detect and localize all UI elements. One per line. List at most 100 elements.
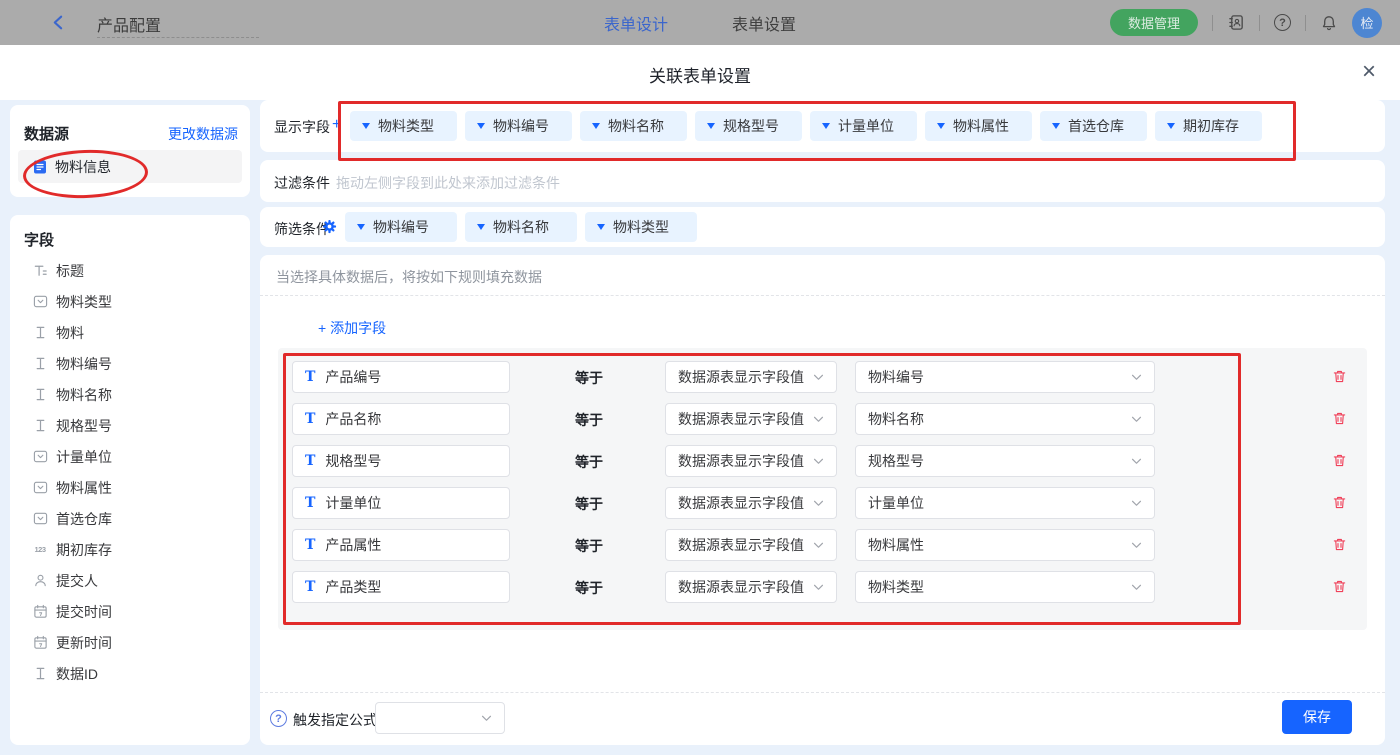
date-field-icon (32, 604, 48, 620)
rule-row: T 规格型号 等于 数据源表显示字段值 规格型号 (292, 445, 1353, 477)
field-chip[interactable]: 物料编号 (345, 212, 457, 242)
datasource-item-label: 物料信息 (55, 157, 111, 177)
field-chip[interactable]: 物料名称 (465, 212, 577, 242)
field-chip[interactable]: 物料名称 (580, 111, 687, 141)
datasource-item[interactable]: 物料信息 (18, 150, 242, 183)
rule-source-type-select[interactable]: 数据源表显示字段值 (665, 571, 837, 603)
field-chip[interactable]: 计量单位 (810, 111, 917, 141)
rule-source-type-select[interactable]: 数据源表显示字段值 (665, 361, 837, 393)
equals-label: 等于 (575, 536, 603, 556)
save-button[interactable]: 保存 (1282, 700, 1352, 734)
add-display-field-button[interactable]: + (332, 116, 341, 134)
trash-icon (1332, 495, 1347, 510)
field-chip[interactable]: 物料类型 (350, 111, 457, 141)
rule-source-type-select[interactable]: 数据源表显示字段值 (665, 403, 837, 435)
contacts-book-icon[interactable] (1227, 14, 1245, 32)
field-list-item[interactable]: 物料属性 (10, 472, 250, 503)
gear-icon[interactable] (322, 219, 337, 234)
rule-source-type-select[interactable]: 数据源表显示字段值 (665, 529, 837, 561)
notification-bell-icon[interactable] (1320, 14, 1338, 32)
divider (260, 295, 1385, 296)
delete-rule-button[interactable] (1332, 579, 1348, 595)
caret-down-icon (1167, 123, 1175, 129)
field-list-item[interactable]: 数据ID (10, 658, 250, 689)
tab-form-design[interactable]: 表单设计 (604, 11, 668, 35)
field-list-item[interactable]: 提交时间 (10, 596, 250, 627)
filter-condition-row: 过滤条件 拖动左侧字段到此处来添加过滤条件 (260, 160, 1385, 202)
rule-source-field-select[interactable]: 物料类型 (855, 571, 1155, 603)
select-field-icon (32, 294, 48, 310)
fields-title: 字段 (24, 229, 54, 250)
rule-target-field[interactable]: T 产品类型 (292, 571, 510, 603)
field-list-item[interactable]: 计量单位 (10, 441, 250, 472)
field-list-item[interactable]: 更新时间 (10, 627, 250, 658)
rule-target-field[interactable]: T 产品名称 (292, 403, 510, 435)
delete-rule-button[interactable] (1332, 495, 1348, 511)
divider (1259, 15, 1260, 31)
field-chip-label: 物料类型 (613, 217, 669, 237)
field-list-item[interactable]: 物料编号 (10, 348, 250, 379)
screen-condition-row: 筛选条件 物料编号 物料名称 物料类型 (260, 207, 1385, 247)
field-list-item[interactable]: 物料类型 (10, 286, 250, 317)
divider (1305, 15, 1306, 31)
tab-form-settings[interactable]: 表单设置 (732, 11, 796, 35)
rule-source-field-select[interactable]: 物料名称 (855, 403, 1155, 435)
field-chip[interactable]: 期初库存 (1155, 111, 1262, 141)
text-field-icon: T (305, 537, 315, 553)
equals-label: 等于 (575, 452, 603, 472)
rule-source-type-select[interactable]: 数据源表显示字段值 (665, 487, 837, 519)
rule-source-field-select[interactable]: 物料编号 (855, 361, 1155, 393)
rule-source-field-select[interactable]: 计量单位 (855, 487, 1155, 519)
caret-down-icon (707, 123, 715, 129)
rule-row: T 产品类型 等于 数据源表显示字段值 物料类型 (292, 571, 1353, 603)
field-chip-label: 首选仓库 (1068, 116, 1124, 136)
field-chip[interactable]: 物料属性 (925, 111, 1032, 141)
delete-rule-button[interactable] (1332, 537, 1348, 553)
trash-icon (1332, 369, 1347, 384)
rule-target-field[interactable]: T 规格型号 (292, 445, 510, 477)
rule-target-field[interactable]: T 计量单位 (292, 487, 510, 519)
chevron-down-icon (813, 584, 824, 591)
field-list-item[interactable]: 首选仓库 (10, 503, 250, 534)
help-icon[interactable]: ? (1274, 14, 1291, 31)
trigger-formula-select[interactable] (375, 702, 505, 734)
close-icon[interactable]: × (1362, 57, 1376, 87)
field-list-item[interactable]: 物料 (10, 317, 250, 348)
formula-help-icon[interactable]: ? (270, 710, 287, 727)
rule-row: T 产品属性 等于 数据源表显示字段值 物料属性 (292, 529, 1353, 561)
rule-source-type-select[interactable]: 数据源表显示字段值 (665, 445, 837, 477)
datasource-panel: 数据源 更改数据源 物料信息 (10, 105, 250, 197)
fill-rules-hint: 当选择具体数据后，将按如下规则填充数据 (276, 267, 542, 287)
field-list-item[interactable]: 标题 (10, 255, 250, 286)
field-list-item[interactable]: 物料名称 (10, 379, 250, 410)
avatar[interactable]: 检 (1352, 8, 1382, 38)
rule-source-type-value: 数据源表显示字段值 (678, 577, 813, 597)
rule-target-field[interactable]: T 产品编号 (292, 361, 510, 393)
field-list-item[interactable]: 规格型号 (10, 410, 250, 441)
rule-source-field-select[interactable]: 规格型号 (855, 445, 1155, 477)
input-field-icon (32, 325, 48, 341)
field-chip[interactable]: 物料编号 (465, 111, 572, 141)
field-chip[interactable]: 规格型号 (695, 111, 802, 141)
field-chip[interactable]: 首选仓库 (1040, 111, 1147, 141)
data-manage-button[interactable]: 数据管理 (1110, 9, 1198, 36)
field-list-item[interactable]: 提交人 (10, 565, 250, 596)
filter-drop-placeholder[interactable]: 拖动左侧字段到此处来添加过滤条件 (336, 173, 560, 193)
add-field-button[interactable]: + 添加字段 (318, 318, 386, 338)
field-list-item[interactable]: 123 期初库存 (10, 534, 250, 565)
trash-icon (1332, 453, 1347, 468)
change-datasource-link[interactable]: 更改数据源 (168, 124, 238, 144)
modal-header: 关联表单设置 × (0, 45, 1400, 101)
delete-rule-button[interactable] (1332, 369, 1348, 385)
fields-panel: 字段 标题 物料类型 物料 物料编号 物料名称 规格型号 计量单位 物料属性 首… (10, 215, 250, 745)
field-chip[interactable]: 物料类型 (585, 212, 697, 242)
rule-target-field[interactable]: T 产品属性 (292, 529, 510, 561)
delete-rule-button[interactable] (1332, 411, 1348, 427)
rule-source-field-select[interactable]: 物料属性 (855, 529, 1155, 561)
chevron-down-icon (481, 715, 492, 722)
text-field-icon: T (305, 411, 315, 427)
select-field-icon (32, 511, 48, 527)
modal-content: 数据源 更改数据源 物料信息 字段 标题 物料类型 物料 物料编号 物料名称 规… (0, 100, 1400, 755)
caret-down-icon (477, 123, 485, 129)
delete-rule-button[interactable] (1332, 453, 1348, 469)
